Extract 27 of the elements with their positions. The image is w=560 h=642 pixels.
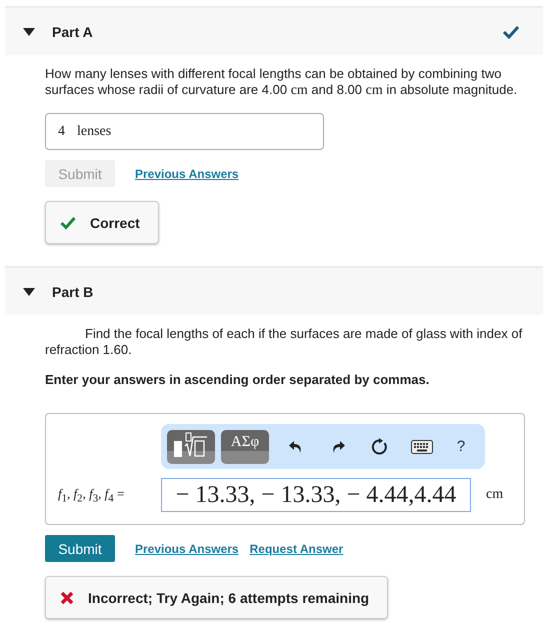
- symbols-button[interactable]: ΑΣφ: [221, 430, 269, 464]
- cross-icon: [60, 590, 74, 604]
- answer-link[interactable]: Previous Answers: [135, 166, 239, 180]
- instruction-text: Enter your answers in ascending order separated by commas.: [45, 372, 430, 387]
- unit-label: cm: [486, 487, 504, 503]
- help-button[interactable]: ?: [443, 430, 479, 464]
- part-title: Part A: [52, 24, 94, 40]
- answer-link[interactable]: Request Answer: [250, 542, 344, 556]
- caret-icon: [23, 288, 35, 296]
- caret-icon: [23, 28, 35, 36]
- part-header[interactable]: Part B: [5, 266, 543, 315]
- question-text: Find the focal lengths of each if the surfaces are made of glass with index of refraction 1.60.: [45, 326, 524, 358]
- reset-icon: [371, 438, 389, 456]
- keyboard-icon: [411, 440, 433, 454]
- check-icon: [503, 24, 519, 38]
- templates-button[interactable]: [167, 430, 215, 464]
- feedback-text: Correct: [90, 214, 140, 230]
- part-title: Part B: [52, 284, 94, 300]
- feedback-text: Incorrect; Try Again; 6 attempts remaining: [88, 590, 370, 606]
- check-icon: [60, 216, 76, 230]
- question-text: How many lenses with different focal lengths can be obtained by combining two surfaces whose radii of curvature are 4.00 cm and 8.00 cm in absolute magnitude.: [45, 66, 518, 99]
- answer-label: f$_{1}$, f$_{2}$, f$_{3}$, f$_{4}$ =: [58, 486, 126, 504]
- answer-field[interactable]: 4 lenses: [45, 113, 324, 150]
- answer-field[interactable]: − 13.33, − 13.33, − 4.44,4.44: [161, 478, 471, 512]
- submit-button[interactable]: Submit: [45, 535, 115, 562]
- answer-link[interactable]: Previous Answers: [135, 542, 239, 556]
- part-header[interactable]: Part A: [5, 6, 543, 55]
